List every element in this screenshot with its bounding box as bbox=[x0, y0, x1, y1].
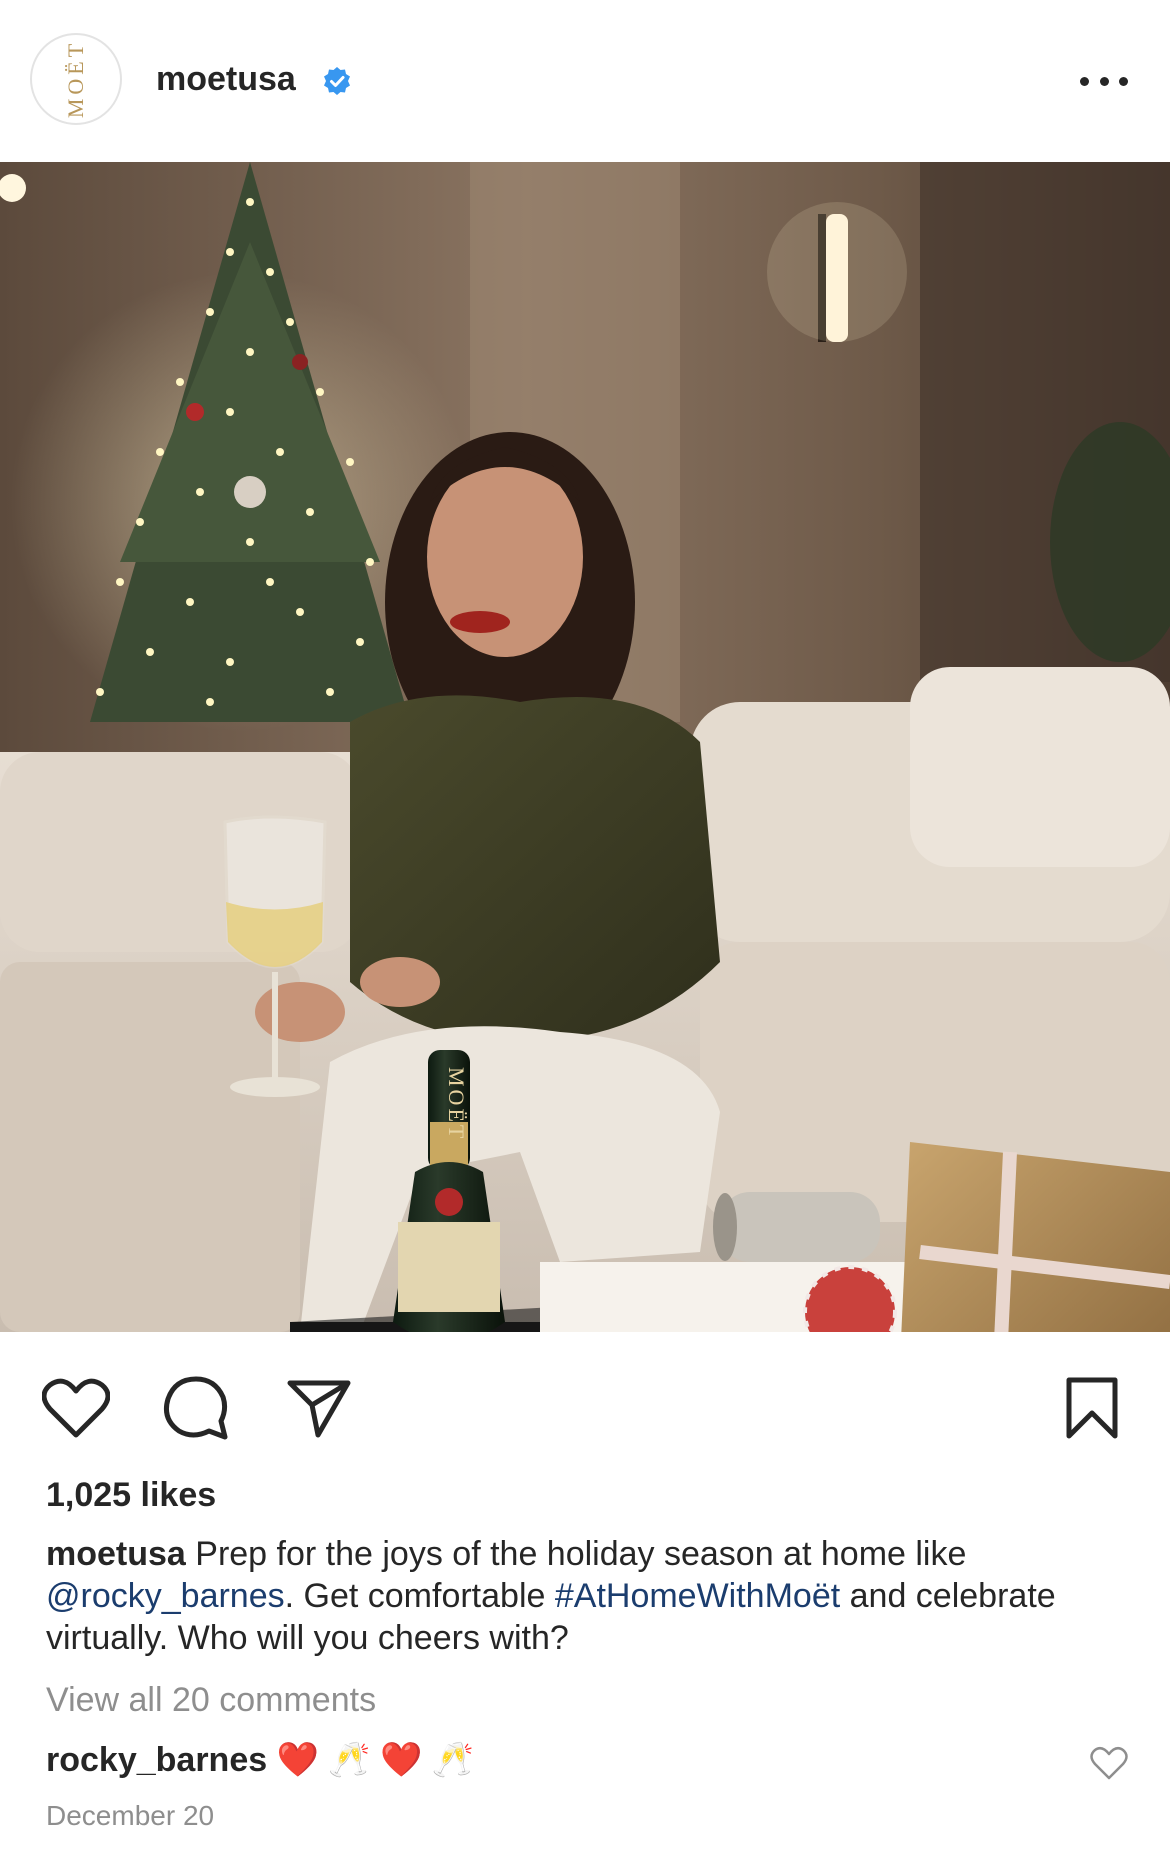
action-bar bbox=[0, 1332, 1170, 1482]
post-image[interactable]: MOËT bbox=[0, 162, 1170, 1332]
caption-text: . Get comfortable bbox=[284, 1577, 555, 1615]
share-icon[interactable] bbox=[283, 1372, 355, 1444]
post-photo-illustration: MOËT bbox=[0, 162, 1170, 1332]
caption-username[interactable]: moetusa bbox=[46, 1535, 186, 1573]
caption-text: Prep for the joys of the holiday season … bbox=[185, 1535, 967, 1573]
post-caption: moetusa Prep for the joys of the holiday… bbox=[46, 1533, 1136, 1659]
comment-icon[interactable] bbox=[160, 1372, 232, 1444]
profile-avatar[interactable]: MOËT bbox=[30, 33, 122, 125]
caption-hashtag[interactable]: #AtHomeWithMoët bbox=[555, 1577, 840, 1615]
view-all-comments-link[interactable]: View all 20 comments bbox=[46, 1681, 376, 1720]
comment-like-heart-icon[interactable] bbox=[1090, 1744, 1128, 1782]
more-options-icon[interactable] bbox=[1080, 64, 1128, 98]
like-count[interactable]: 1,025 likes bbox=[46, 1476, 216, 1515]
caption-mention[interactable]: @rocky_barnes bbox=[46, 1577, 285, 1615]
bookmark-icon[interactable] bbox=[1056, 1372, 1128, 1444]
bottle-label: MOËT bbox=[444, 1067, 469, 1141]
username-link[interactable]: moetusa bbox=[156, 60, 296, 99]
comment-row: rocky_barnes ❤️ 🥂 ❤️ 🥂 bbox=[46, 1740, 474, 1780]
avatar-logo-text: MOËT bbox=[62, 39, 88, 119]
comment-username[interactable]: rocky_barnes bbox=[46, 1741, 267, 1779]
verified-badge-icon bbox=[324, 67, 350, 95]
post-header: MOËT moetusa bbox=[0, 0, 1170, 162]
post-date: December 20 bbox=[46, 1800, 215, 1831]
comment-text: ❤️ 🥂 ❤️ 🥂 bbox=[276, 1741, 475, 1779]
heart-icon[interactable] bbox=[40, 1372, 112, 1444]
